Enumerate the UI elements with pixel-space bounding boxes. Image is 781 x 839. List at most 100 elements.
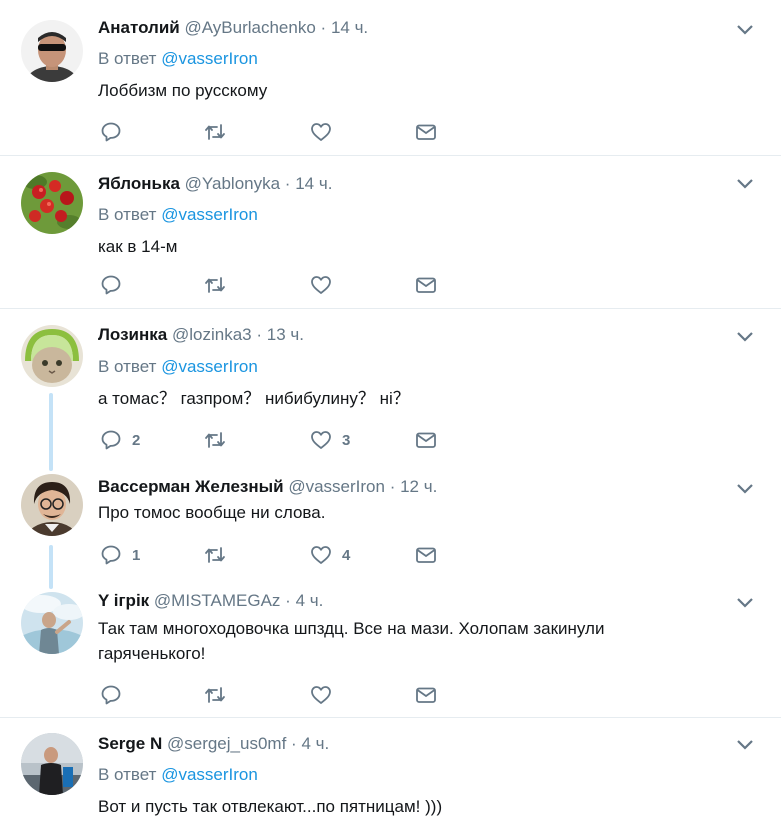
timestamp[interactable]: 14 ч. [295,174,332,193]
tweet-text: Вот и пусть так отвлекают...по пятницам!… [98,797,443,816]
heart-icon [311,546,331,564]
like-button[interactable] [310,683,332,707]
reply-context: В ответ @vasserIron [98,357,258,377]
like-button[interactable]: 4 [310,543,350,567]
reply-icon [101,430,121,450]
reply-count: 2 [132,431,141,449]
like-count: 3 [342,431,351,449]
retweet-icon [205,547,225,563]
reply-prefix: В ответ [98,205,157,224]
mention-link[interactable]: @vasserIron [161,765,258,784]
heart-icon [311,431,331,449]
envelope-icon [416,124,436,140]
chevron-down-icon[interactable] [736,597,754,609]
author-name[interactable]: Лозинка [98,325,167,344]
retweet-icon [205,687,225,703]
reply-context: В ответ @vasserIron [98,205,258,225]
heart-icon [311,123,331,141]
timestamp[interactable]: 4 ч. [296,591,324,610]
author-handle[interactable]: @sergej_us0mf [167,734,286,753]
reply-button[interactable] [100,683,122,707]
tweet[interactable]: Лозинка @lozinka3 · 13 ч. В ответ @vasse… [0,309,781,465]
heart-icon [311,686,331,704]
action-bar [100,120,500,144]
reply-prefix: В ответ [98,357,157,376]
reply-button[interactable] [100,273,122,297]
retweet-button[interactable] [204,428,226,452]
reply-icon [101,275,121,295]
timestamp[interactable]: 14 ч. [331,18,368,37]
direct-message-button[interactable] [415,428,437,452]
tweet-text: Лоббизм по русскому [98,81,268,100]
like-count: 4 [342,546,351,564]
separator-dot: · [285,591,291,610]
reply-count: 1 [132,546,141,564]
mention-link[interactable]: @vasserIron [161,357,258,376]
chevron-down-icon[interactable] [736,24,754,36]
chevron-down-icon[interactable] [736,178,754,190]
author-name[interactable]: Яблонька [98,174,180,193]
avatar[interactable] [21,733,83,795]
avatar[interactable] [21,592,83,654]
like-button[interactable] [310,273,332,297]
direct-message-button[interactable] [415,273,437,297]
timestamp[interactable]: 4 ч. [301,734,329,753]
reply-button[interactable] [100,120,122,144]
chevron-down-icon[interactable] [736,739,754,751]
timestamp[interactable]: 13 ч. [267,325,304,344]
reply-button[interactable]: 1 [100,543,140,567]
author-handle[interactable]: @Yablonyka [185,174,280,193]
action-bar [100,273,500,297]
reply-icon [101,122,121,142]
chevron-down-icon[interactable] [736,331,754,343]
envelope-icon [416,687,436,703]
author-handle[interactable]: @MISTAMEGAz [154,591,281,610]
avatar[interactable] [21,172,83,234]
retweet-button[interactable] [204,543,226,567]
avatar[interactable] [21,325,83,387]
author-handle[interactable]: @AyBurlachenko [185,18,316,37]
author-name[interactable]: Y ігрік [98,591,149,610]
author-name[interactable]: Анатолий [98,18,180,37]
tweet[interactable]: Y ігрік @MISTAMEGAz · 4 ч. Так там много… [0,580,781,718]
heart-icon [311,276,331,294]
reply-icon [101,685,121,705]
direct-message-button[interactable] [415,120,437,144]
tweet[interactable]: Анатолий @AyBurlachenko · 14 ч. В ответ … [0,0,781,156]
tweet[interactable]: Serge N @sergej_us0mf · 4 ч. В ответ @va… [0,718,781,839]
mention-link[interactable]: @vasserIron [161,205,258,224]
direct-message-button[interactable] [415,543,437,567]
separator-dot: · [256,325,263,344]
author-name[interactable]: Serge N [98,734,162,753]
timestamp[interactable]: 12 ч. [400,477,437,496]
author-handle[interactable]: @lozinka3 [172,325,252,344]
chevron-down-icon[interactable] [736,483,754,495]
envelope-icon [416,277,436,293]
author-name[interactable]: Вассерман Железный [98,477,284,496]
tweet-text: Про томос вообще ни слова. [98,503,326,522]
tweet[interactable]: Яблонька @Yablonyka · 14 ч. В ответ @vas… [0,156,781,309]
reply-prefix: В ответ [98,49,157,68]
retweet-button[interactable] [204,273,226,297]
reply-prefix: В ответ [98,765,157,784]
direct-message-button[interactable] [415,683,437,707]
retweet-button[interactable] [204,120,226,144]
author-handle[interactable]: @vasserIron [288,477,385,496]
tweet-text: как в 14-м [98,237,178,256]
retweet-icon [205,124,225,140]
like-button[interactable]: 3 [310,428,350,452]
reply-context: В ответ @vasserIron [98,765,258,785]
retweet-icon [205,277,225,293]
separator-dot: · [389,477,396,496]
avatar[interactable] [21,474,83,536]
like-button[interactable] [310,120,332,144]
tweet[interactable]: Вассерман Железный @vasserIron · 12 ч. П… [0,466,781,578]
mention-link[interactable]: @vasserIron [161,49,258,68]
avatar[interactable] [21,20,83,82]
reply-button[interactable]: 2 [100,428,140,452]
envelope-icon [416,547,436,563]
reply-context: В ответ @vasserIron [98,49,258,69]
retweet-button[interactable] [204,683,226,707]
action-bar: 1 4 [100,543,500,567]
separator-dot: · [284,174,291,193]
